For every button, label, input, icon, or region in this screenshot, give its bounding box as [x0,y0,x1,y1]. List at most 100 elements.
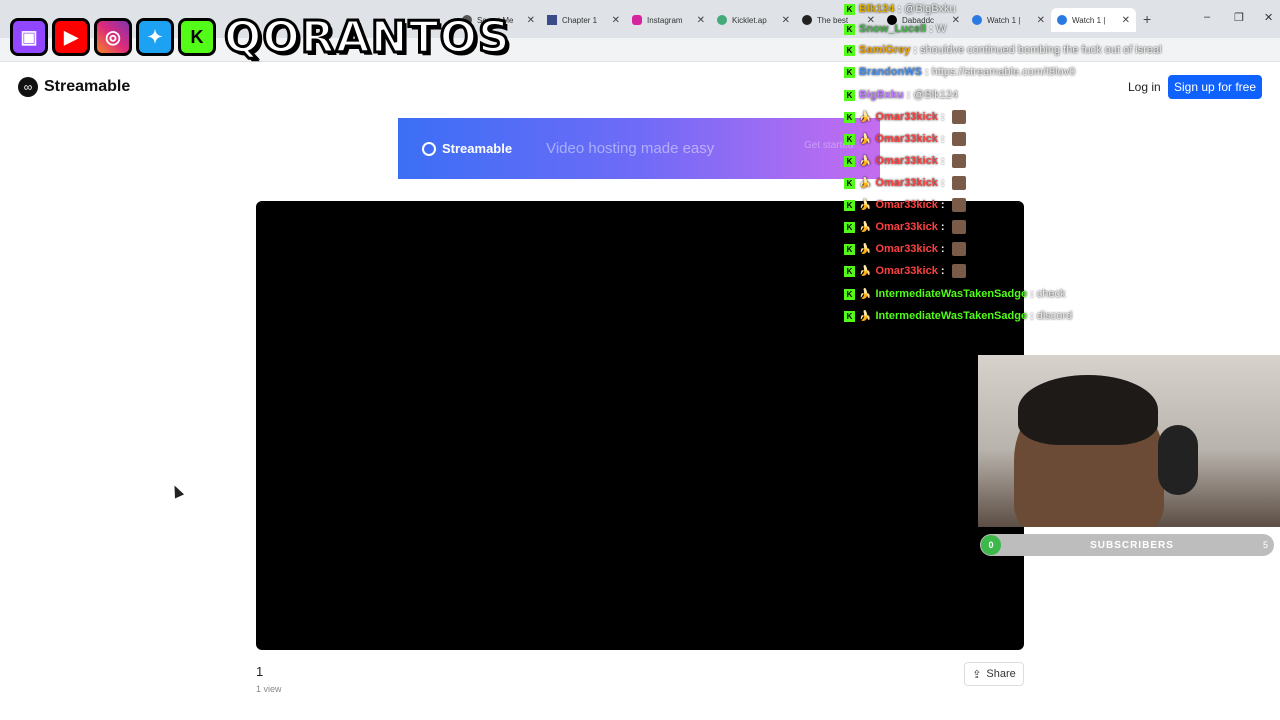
kick-badge-icon: K [844,155,855,167]
chat-message: K 🍌 Omar33kick: [844,262,966,280]
chat-separator: : [940,111,945,123]
chat-separator: : [924,66,929,78]
chat-username: Omar33kick [875,155,938,167]
brand-name: Streamable [44,78,131,95]
chat-message: K 🍌 IntermediateWasTakenSadge: discord [844,307,1072,325]
chat-emote-icon [951,176,966,190]
tab-favicon-icon [547,15,557,25]
kick-badge-icon: K [844,265,855,277]
chat-separator: : [1030,310,1034,322]
twitch-icon: ▣ [10,18,48,56]
webcam-feed [978,355,1280,527]
tab-favicon-icon [802,15,812,25]
chat-text: discord [1036,310,1073,322]
kick-badge-icon: K [844,111,855,123]
chat-badge-icon: 🍌 [859,221,872,233]
chat-message: K 🍌 Omar33kick: [844,152,966,170]
subscriber-goal: 5 [1262,540,1268,550]
chat-username: IntermediateWasTakenSadge [875,288,1028,300]
streamer-hair [1018,375,1158,445]
browser-tab[interactable]: Chapter 1 ✕ [541,8,626,32]
chat-separator: : [940,243,945,255]
promo-banner[interactable]: Streamable Video hosting made easy Get s… [398,118,880,179]
chat-username: BrandonWS [859,66,922,78]
chat-message: K SamiGrey: shouldve continued bombing the… [844,41,1162,59]
chat-message: K Snow_Lucell: W [844,20,946,38]
chat-separator: : [940,177,945,189]
tab-close-icon[interactable]: ✕ [527,15,535,26]
browser-tab[interactable]: Kicklet.ap ✕ [711,8,796,32]
chat-text: @BigBxku [904,3,956,15]
chat-message: K 🍌 Omar33kick: [844,196,966,214]
kick-badge-icon: K [844,288,855,300]
chat-badge-icon: 🍌 [859,199,872,211]
kick-badge-icon: K [844,89,855,101]
kick-badge-icon: K [844,133,855,145]
chat-separator: : [929,23,933,35]
chat-separator: : [1030,288,1034,300]
chat-badge-icon: 🍌 [859,177,872,189]
chat-badge-icon: 🍌 [859,310,872,322]
chat-username: Omar33kick [875,243,938,255]
chat-emote-icon [951,242,966,256]
chat-badge-icon: 🍌 [859,133,872,145]
stream-branding-overlay: ▣ ▶ ◎ ✦ K QORANTOS [10,6,511,68]
channel-name: QORANTOS [223,10,512,64]
tab-label: Instagram [647,15,683,25]
chat-badge-icon: 🍌 [859,265,872,277]
banner-tagline: Video hosting made easy [546,140,715,157]
chat-message: K 🍌 Omar33kick: [844,130,966,148]
chat-emote-icon [951,110,966,124]
chat-text: https://streamable.com/t9lov0 [931,66,1076,78]
tab-label: Kicklet.ap [732,15,767,25]
headset-icon [1158,425,1198,495]
chat-username: Omar33kick [875,177,938,189]
chat-emote-icon [951,132,966,146]
chat-username: Omar33kick [875,265,938,277]
chat-message: K 🍌 Omar33kick: [844,218,966,236]
chat-separator: : [940,221,945,233]
chat-badge-icon: 🍌 [859,243,872,255]
tab-close-icon[interactable]: ✕ [782,15,790,26]
streamable-logo-icon [422,141,436,156]
share-label: Share [986,668,1016,680]
share-icon: ⇪ [972,668,982,681]
chat-message: K BrandonWS: https://streamable.com/t9lov0 [844,63,1075,81]
chat-username: Omar33kick [875,133,938,145]
chat-badge-icon: 🍌 [859,288,872,300]
share-button[interactable]: ⇪ Share [964,662,1024,686]
subscriber-count: 0 [981,535,1001,555]
chat-username: Omar33kick [875,221,938,233]
kick-badge-icon: K [844,221,855,233]
browser-tab[interactable]: Instagram ✕ [626,8,711,32]
kick-badge-icon: K [844,23,855,35]
streamable-logo[interactable]: ∞ Streamable [18,77,130,97]
tab-close-icon[interactable]: ✕ [612,15,620,26]
chat-username: BigBxku [859,89,904,101]
tab-favicon-icon [717,15,727,25]
chat-username: SamiGrey [859,44,911,56]
banner-logo: Streamable [422,141,512,156]
chat-message: K 🍌 Omar33kick: [844,240,966,258]
chat-separator: : [940,155,945,167]
kick-icon: K [178,18,216,56]
instagram-icon [632,15,642,25]
tab-close-icon[interactable]: ✕ [697,15,705,26]
chat-text: W [935,23,947,35]
kick-badge-icon: K [844,44,855,56]
twitter-icon: ✦ [136,18,174,56]
chat-message: K 🍌 Omar33kick: [844,174,966,192]
kick-badge-icon: K [844,243,855,255]
view-count-number: 1 [256,664,264,679]
chat-username: IntermediateWasTakenSadge [875,310,1028,322]
chat-message: K Blk124: @BigBxku [844,0,956,18]
chat-emote-icon [951,198,966,212]
chat-text: check [1036,288,1066,300]
kick-badge-icon: K [844,310,855,322]
chat-overlay: K Blk124: @BigBxku K Snow_Lucell: W K SamiGrey:… [844,0,1280,330]
instagram-icon: ◎ [94,18,132,56]
chat-separator: : [940,265,945,277]
chat-separator: : [940,199,945,211]
chat-username: Omar33kick [875,111,938,123]
chat-emote-icon [951,154,966,168]
